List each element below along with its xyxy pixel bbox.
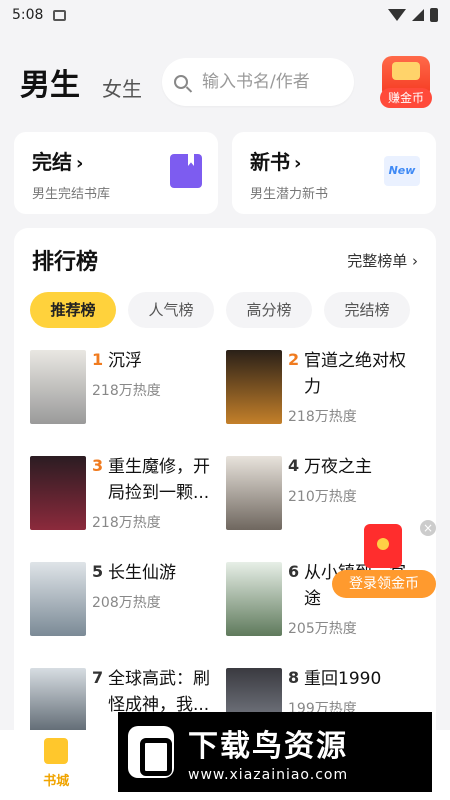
book-heat: 208万热度 [92, 595, 161, 611]
book-name: 重回1990 [304, 669, 382, 689]
watermark-logo [128, 726, 174, 778]
book-cover [30, 350, 86, 424]
ranking-panel: 排行榜 完整榜单 › 推荐榜 人气榜 高分榜 完结榜 1 沉浮 218万热度 2… [14, 228, 436, 748]
book-heat: 218万热度 [288, 409, 357, 425]
book-cover [226, 350, 282, 424]
earn-coins-label: 赚金币 [380, 88, 432, 108]
red-packet-widget[interactable]: × 登录领金币 [332, 520, 436, 612]
chevron-right-icon: › [76, 153, 84, 174]
tab-popular[interactable]: 人气榜 [128, 292, 214, 328]
book-heat: 218万热度 [92, 515, 161, 531]
book-heat: 218万热度 [92, 383, 161, 399]
book-item[interactable]: 5 长生仙游 208万热度 [30, 560, 230, 660]
ranking-title: 排行榜 [32, 250, 99, 275]
book-cover [30, 456, 86, 530]
book-name: 重生魔修，开局捡到一颗... [108, 457, 210, 503]
red-envelope-icon [364, 524, 402, 568]
search-icon [174, 75, 188, 89]
nav-label: 书城 [43, 774, 70, 789]
battery-icon [430, 8, 438, 22]
image-notification-icon [53, 9, 67, 21]
card-new-books[interactable]: 新书 › 男生潜力新书 New [232, 132, 436, 214]
book-item[interactable]: 1 沉浮 218万热度 [30, 348, 230, 448]
tab-female[interactable]: 女生 [102, 73, 142, 102]
watermark-text: 下载鸟资源 www.xiazainiao.com [188, 721, 348, 783]
bookstore-icon [44, 738, 69, 764]
category-cards: 完结 › 男生完结书库 新书 › 男生潜力新书 New [14, 132, 436, 214]
book-name: 全球高武：刷怪成神，我... [108, 669, 210, 715]
signal-icon [412, 9, 424, 21]
book-cover [226, 456, 282, 530]
status-icons [388, 8, 438, 22]
chevron-right-icon: › [412, 251, 418, 270]
book-cover [30, 562, 86, 636]
status-bar: 5:08 [0, 0, 450, 30]
wifi-icon [388, 9, 406, 21]
ranking-header: 排行榜 完整榜单 › [14, 228, 436, 276]
new-icon: New [384, 156, 420, 186]
tab-high-score[interactable]: 高分榜 [226, 292, 312, 328]
watermark-title: 下载鸟资源 [188, 729, 348, 764]
book-name: 官道之绝对权力 [304, 351, 406, 397]
book-rank: 3 [92, 456, 104, 475]
status-time: 5:08 [12, 7, 44, 23]
tab-male[interactable]: 男生 [20, 60, 80, 104]
close-icon[interactable]: × [420, 520, 436, 536]
bookmark-icon [170, 154, 202, 188]
book-heat: 205万热度 [288, 621, 357, 637]
book-rank: 7 [92, 668, 104, 687]
nav-bookstore[interactable]: 书城 [0, 730, 113, 800]
book-name: 长生仙游 [108, 563, 176, 583]
tab-recommended[interactable]: 推荐榜 [30, 292, 116, 328]
search-bar[interactable] [162, 58, 354, 106]
watermark: 下载鸟资源 www.xiazainiao.com [118, 712, 432, 792]
book-name: 万夜之主 [304, 457, 372, 477]
book-rank: 8 [288, 668, 300, 687]
login-coins-label: 登录领金币 [332, 570, 436, 598]
search-input[interactable] [202, 72, 342, 92]
book-cover [226, 562, 282, 636]
book-rank: 6 [288, 562, 300, 581]
watermark-url: www.xiazainiao.com [188, 767, 349, 783]
header: 男生 女生 赚金币 [0, 40, 450, 124]
book-rank: 4 [288, 456, 300, 475]
book-item[interactable]: 2 官道之绝对权力 218万热度 [226, 348, 426, 448]
book-rank: 1 [92, 350, 104, 369]
full-ranking-link[interactable]: 完整榜单 › [347, 250, 418, 271]
book-name: 沉浮 [108, 351, 142, 371]
card-completed[interactable]: 完结 › 男生完结书库 [14, 132, 218, 214]
book-rank: 2 [288, 350, 300, 369]
tab-completed[interactable]: 完结榜 [324, 292, 410, 328]
book-item[interactable]: 3 重生魔修，开局捡到一颗... 218万热度 [30, 454, 230, 554]
book-rank: 5 [92, 562, 104, 581]
earn-coins-button[interactable]: 赚金币 [380, 56, 432, 108]
book-heat: 210万热度 [288, 489, 357, 505]
ranking-tabs: 推荐榜 人气榜 高分榜 完结榜 [14, 276, 436, 328]
chevron-right-icon: › [294, 153, 302, 174]
